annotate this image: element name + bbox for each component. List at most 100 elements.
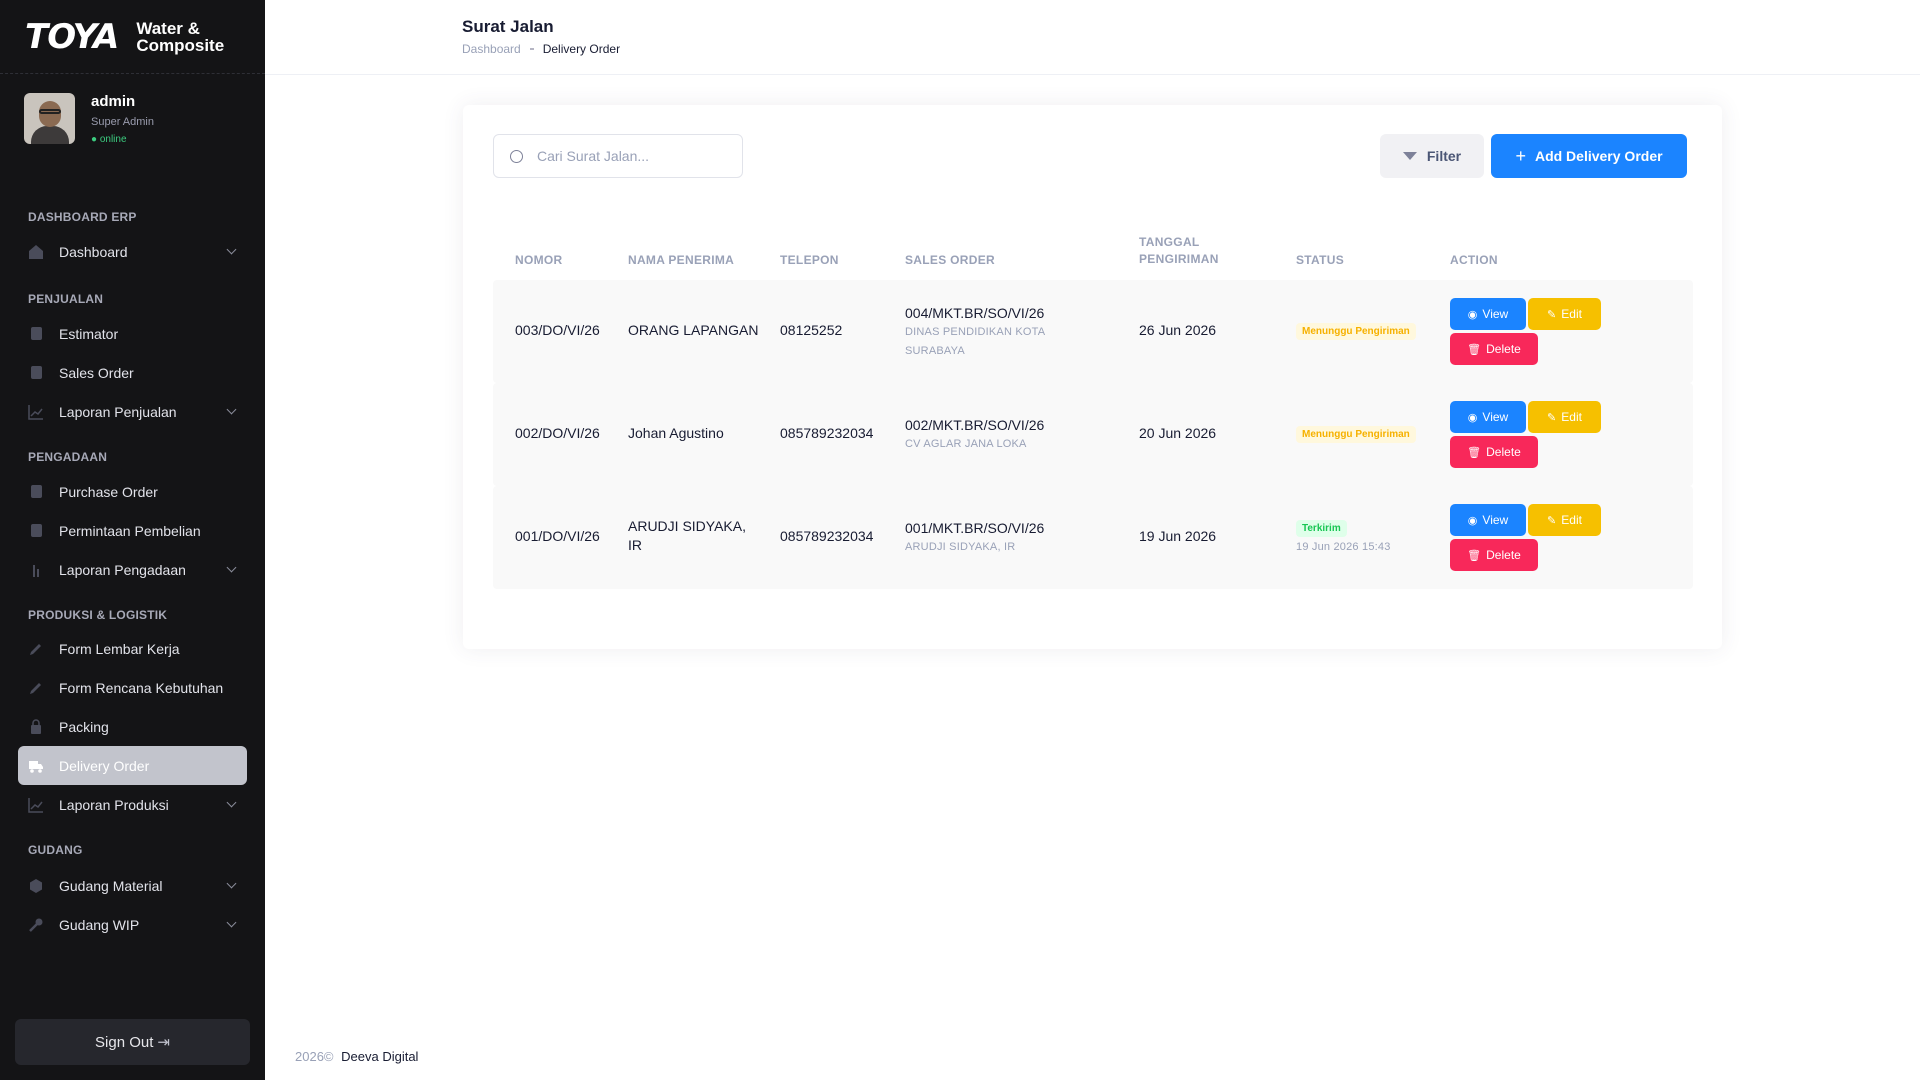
delete-button[interactable]: 🗑 Delete [1450, 436, 1538, 468]
view-label: View [1482, 513, 1509, 527]
cell-nama-line1: ARUDJI SIDYAKA, [628, 518, 746, 534]
edit-button[interactable]: ✎ Edit [1528, 504, 1601, 536]
sidebar-menu: DASHBOARD ERP Dashboard PENJUALAN Estima… [0, 210, 265, 944]
cell-sales-order-customer: ARUDJI SIDYAKA, IR [905, 541, 1016, 553]
filter-button[interactable]: Filter [1380, 134, 1484, 178]
status-badge: Terkirim [1296, 520, 1347, 537]
chart-line-icon [28, 797, 44, 813]
search-input[interactable] [537, 148, 717, 164]
sidebar-item-label: Delivery Order [59, 757, 150, 774]
sidebar-item-gudang-material[interactable]: Gudang Material [18, 866, 247, 905]
user-role: Super Admin [91, 116, 154, 128]
cell-nomor: 002/DO/VI/26 [515, 425, 600, 441]
pencil-icon: ✎ [1547, 514, 1557, 527]
status-timestamp: 19 Jun 2026 15:43 [1296, 541, 1391, 553]
delete-label: Delete [1486, 445, 1521, 459]
sidebar-item-laporan-pengadaan[interactable]: Laporan Pengadaan [18, 550, 247, 589]
status-badge: Menunggu Pengiriman [1296, 426, 1416, 443]
sidebar-item-label: Permintaan Pembelian [59, 522, 201, 539]
document-icon [28, 365, 44, 381]
sidebar-item-label: Laporan Penjualan [59, 403, 177, 420]
brand-subtitle-line2: Composite [136, 35, 225, 55]
cell-sales-order-customer-line2: SURABAYA [905, 345, 965, 357]
chevron-down-icon [226, 404, 237, 415]
sidebar-item-form-lembar-kerja[interactable]: Form Lembar Kerja [18, 629, 247, 668]
sidebar-item-purchase-order[interactable]: Purchase Order [18, 472, 247, 511]
view-button[interactable]: ◉ View [1450, 298, 1526, 330]
edit-button[interactable]: ✎ Edit [1528, 401, 1601, 433]
cell-sales-order-customer: CV AGLAR JANA LOKA [905, 438, 1027, 450]
delete-button[interactable]: 🗑 Delete [1450, 333, 1538, 365]
cell-sales-order: 002/MKT.BR/SO/VI/26 [905, 417, 1045, 433]
sidebar-item-delivery-order[interactable]: Delivery Order [18, 746, 247, 785]
th-action: ACTION [1450, 253, 1498, 267]
avatar[interactable] [24, 93, 75, 144]
delete-button[interactable]: 🗑 Delete [1450, 539, 1538, 571]
sign-out-button[interactable]: Sign Out ⇥ [15, 1019, 250, 1065]
sidebar-item-permintaan-pembelian[interactable]: Permintaan Pembelian [18, 511, 247, 550]
pen-icon [28, 680, 44, 696]
brand[interactable]: TOYA Water & Composite [0, 0, 265, 74]
sidebar-item-label: Form Rencana Kebutuhan [59, 679, 224, 696]
section-penjualan: PENJUALAN [28, 292, 104, 306]
sidebar-item-label: Laporan Pengadaan [59, 561, 186, 578]
sidebar-item-label: Laporan Produksi [59, 796, 169, 813]
trash-icon: 🗑 [1467, 549, 1482, 562]
sidebar-item-label: Gudang Material [59, 877, 163, 894]
breadcrumb: Dashboard Delivery Order [462, 42, 620, 56]
trash-icon: 🗑 [1467, 343, 1482, 356]
eye-icon: ◉ [1467, 514, 1478, 527]
eye-icon: ◉ [1467, 308, 1478, 321]
document-icon [28, 484, 44, 500]
chart-bar-icon [28, 562, 44, 578]
edit-label: Edit [1561, 410, 1582, 424]
sidebar-item-laporan-penjualan[interactable]: Laporan Penjualan [18, 392, 247, 431]
sidebar-item-gudang-wip[interactable]: Gudang WIP [18, 905, 247, 944]
page-title: Surat Jalan [462, 17, 554, 36]
eye-icon: ◉ [1467, 411, 1478, 424]
chevron-down-icon [226, 878, 237, 889]
cell-nama-penerima: ARUDJI SIDYAKA, IR [628, 517, 746, 555]
th-tanggal-line2: PENGIRIMAN [1139, 252, 1219, 266]
pencil-icon: ✎ [1547, 308, 1557, 321]
sidebar-item-laporan-produksi[interactable]: Laporan Produksi [18, 785, 247, 824]
edit-button[interactable]: ✎ Edit [1528, 298, 1601, 330]
sidebar-item-dashboard[interactable]: Dashboard [18, 232, 247, 271]
add-delivery-order-button[interactable]: + Add Delivery Order [1491, 134, 1687, 178]
document-icon [28, 326, 44, 342]
table-row: 003/DO/VI/26 ORANG LAPANGAN 08125252 004… [493, 280, 1693, 383]
footer: 2026© Deeva Digital [295, 1049, 418, 1064]
sidebar-item-estimator[interactable]: Estimator [18, 314, 247, 353]
cell-nama-penerima: Johan Agustino [628, 425, 724, 441]
sidebar-item-form-rencana-kebutuhan[interactable]: Form Rencana Kebutuhan [18, 668, 247, 707]
status-badge: Menunggu Pengiriman [1296, 323, 1416, 340]
cell-tanggal: 20 Jun 2026 [1139, 425, 1217, 441]
cell-nomor: 003/DO/VI/26 [515, 322, 600, 338]
footer-company-link[interactable]: Deeva Digital [341, 1049, 418, 1064]
search-box[interactable] [493, 134, 743, 178]
cell-nama-penerima: ORANG LAPANGAN [628, 322, 759, 338]
cell-tanggal: 26 Jun 2026 [1139, 322, 1217, 338]
breadcrumb-dashboard[interactable]: Dashboard [462, 42, 521, 56]
view-button[interactable]: ◉ View [1450, 504, 1526, 536]
sidebar-item-label: Gudang WIP [59, 916, 140, 933]
cell-sales-order-customer: DINAS PENDIDIKAN KOTA [905, 326, 1046, 338]
sidebar-item-label: Form Lembar Kerja [59, 640, 180, 657]
sidebar-item-sales-order[interactable]: Sales Order [18, 353, 247, 392]
cell-telepon: 085789232034 [780, 425, 874, 441]
package-icon [28, 718, 44, 735]
trash-icon: 🗑 [1467, 446, 1482, 459]
section-gudang: GUDANG [28, 843, 83, 857]
brand-logo: TOYA [25, 16, 119, 57]
th-tanggal-pengiriman: TANGGAL PENGIRIMAN [1139, 234, 1219, 268]
sidebar-item-packing[interactable]: Packing [18, 707, 247, 746]
add-label: Add Delivery Order [1534, 148, 1663, 164]
table-header: NOMOR NAMA PENERIMA TELEPON SALES ORDER … [493, 225, 1693, 275]
user-name: admin [91, 93, 136, 110]
document-icon [28, 523, 44, 539]
view-button[interactable]: ◉ View [1450, 401, 1526, 433]
filter-label: Filter [1426, 148, 1462, 164]
edit-label: Edit [1561, 307, 1582, 321]
cell-telepon: 08125252 [780, 322, 843, 338]
truck-icon [28, 758, 44, 774]
